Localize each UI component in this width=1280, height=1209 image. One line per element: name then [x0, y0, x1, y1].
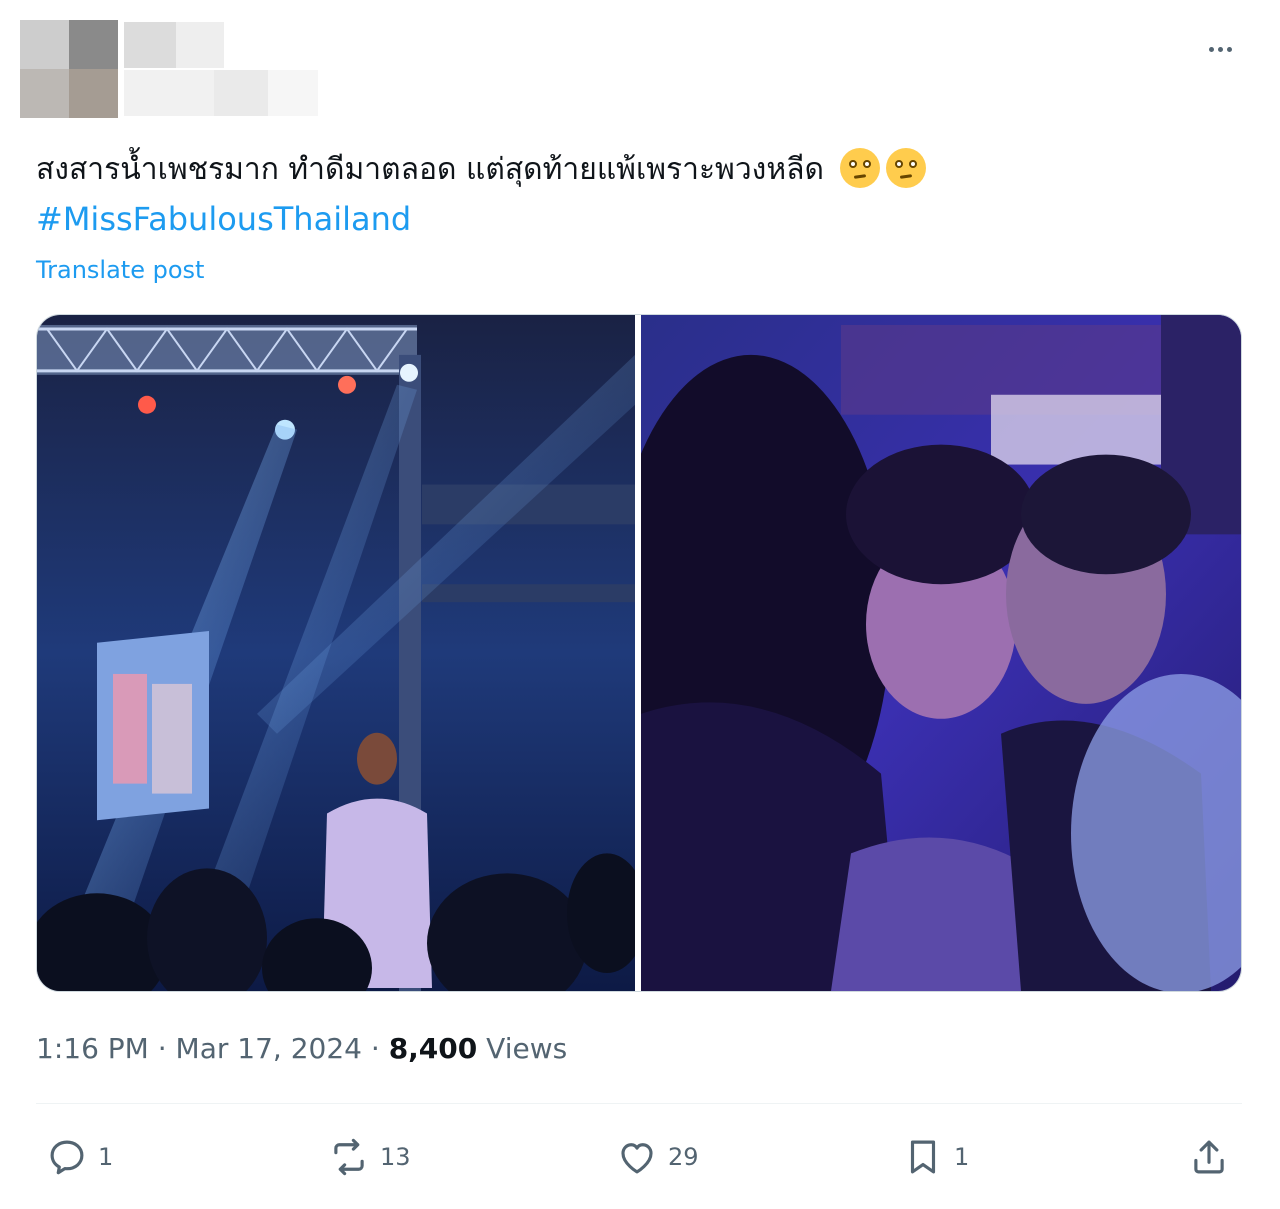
media-grid	[36, 314, 1242, 992]
like-count: 29	[668, 1143, 699, 1171]
user-name-redacted[interactable]	[120, 20, 320, 118]
face-with-rolling-eyes-icon	[839, 148, 880, 188]
stage-photo[interactable]	[37, 315, 635, 991]
hashtag-link[interactable]: #MissFabulousThailand	[36, 198, 411, 240]
reply-icon	[50, 1140, 84, 1175]
bookmark-icon	[910, 1140, 936, 1174]
action-bar: 1 13 29 1	[0, 1130, 1280, 1184]
reply-button[interactable]: 1	[46, 1130, 113, 1184]
meta-separator: ·	[157, 1032, 167, 1065]
reply-count: 1	[98, 1143, 114, 1171]
tweet: สงสารน้ำเพชรมาก ทำดีมาตลอด แต่สุดท้ายแพ้…	[0, 0, 1280, 1209]
meta-separator: ·	[370, 1032, 380, 1065]
avatar[interactable]	[20, 20, 118, 118]
bookmark-count: 1	[954, 1143, 970, 1171]
tweet-time[interactable]: 1:16 PM	[36, 1032, 149, 1065]
tweet-date[interactable]: Mar 17, 2024	[176, 1032, 362, 1065]
crowd-hug-photo[interactable]	[641, 315, 1241, 991]
divider	[36, 1103, 1242, 1104]
tweet-text-line: สงสารน้ำเพชรมาก ทำดีมาตลอด แต่สุดท้ายแพ้…	[36, 148, 926, 190]
repost-button[interactable]: 13	[328, 1130, 411, 1184]
views-label: Views	[486, 1032, 568, 1065]
share-icon	[1194, 1140, 1224, 1174]
more-icon[interactable]	[1198, 32, 1242, 66]
repost-count: 13	[380, 1143, 411, 1171]
like-button[interactable]: 29	[616, 1130, 699, 1184]
tweet-text: สงสารน้ำเพชรมาก ทำดีมาตลอด แต่สุดท้ายแพ้…	[36, 152, 824, 187]
bookmark-button[interactable]: 1	[902, 1130, 969, 1184]
like-icon	[621, 1143, 653, 1174]
share-button[interactable]	[1188, 1130, 1230, 1184]
face-with-rolling-eyes-icon	[885, 148, 926, 188]
translate-post-link[interactable]: Translate post	[36, 254, 204, 286]
views-count: 8,400	[388, 1032, 478, 1065]
tweet-meta: 1:16 PM · Mar 17, 2024 · 8,400 Views	[36, 1030, 567, 1068]
repost-icon	[334, 1138, 364, 1176]
